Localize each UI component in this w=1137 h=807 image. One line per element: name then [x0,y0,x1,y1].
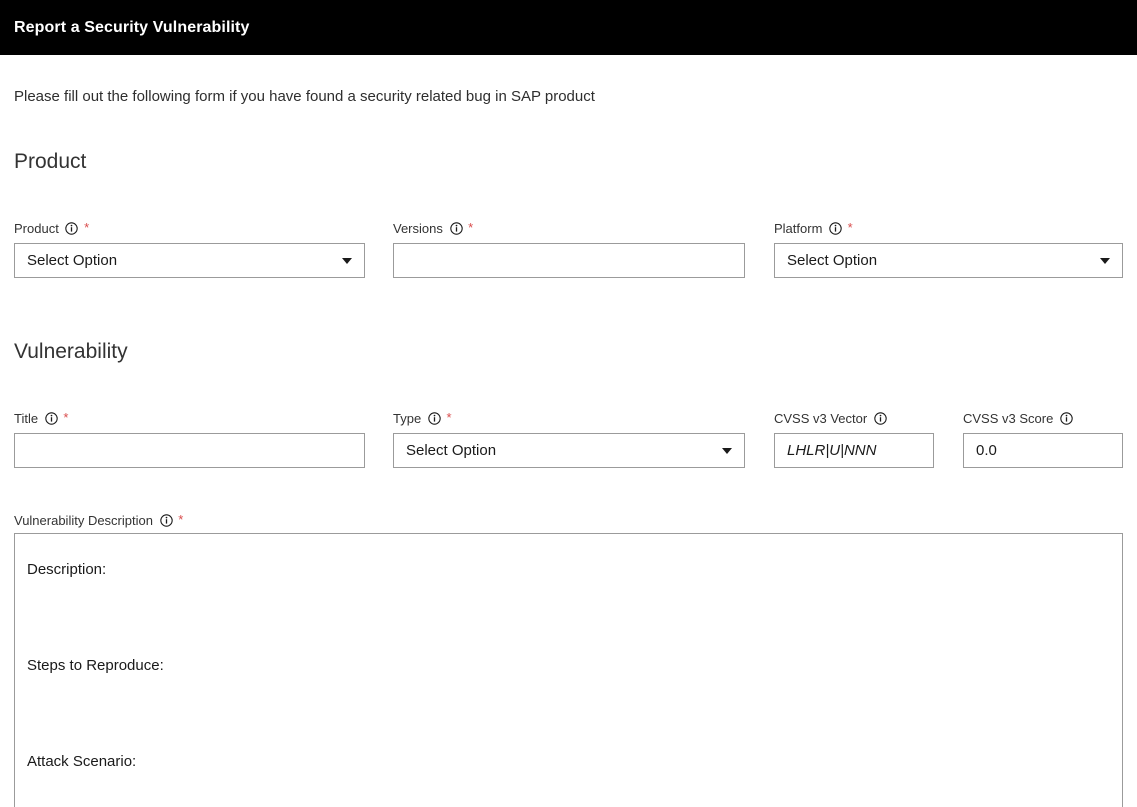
label-type: Type * [393,410,745,427]
page-title: Report a Security Vulnerability [14,18,250,36]
required-marker-platform: * [847,220,853,235]
required-marker-title: * [63,410,69,425]
type-select[interactable]: Select Option [393,433,745,468]
label-cvss-vector: CVSS v3 Vector [774,410,934,427]
field-versions: Versions * [393,220,745,278]
product-select[interactable]: Select Option [14,243,365,278]
chevron-down-icon [342,257,352,264]
label-cvss-score-text: CVSS v3 Score [963,411,1054,426]
product-form-row: Product * Select Option Versions * Platf… [14,220,1123,295]
required-marker-vulnerability-description: * [178,512,184,527]
field-title: Title * [14,410,365,468]
field-cvss-vector: CVSS v3 Vector LHLR|U|NNN [774,410,934,468]
label-title: Title * [14,410,365,427]
label-product-text: Product [14,221,59,236]
info-circle-icon[interactable] [874,412,887,425]
chevron-down-icon [1100,257,1110,264]
info-circle-icon[interactable] [428,412,441,425]
product-select-value: Select Option [27,252,118,269]
info-circle-icon[interactable] [449,222,463,235]
field-cvss-score: CVSS v3 Score 0.0 [963,410,1123,468]
chevron-down-icon [722,447,732,454]
title-input[interactable] [14,433,365,468]
info-circle-icon[interactable] [65,222,79,235]
info-circle-icon[interactable] [829,222,842,235]
info-circle-icon[interactable] [159,514,173,527]
label-versions: Versions * [393,220,745,237]
page-content: Please fill out the following form if yo… [0,88,1137,807]
label-platform-text: Platform [774,221,823,236]
platform-select[interactable]: Select Option [774,243,1123,278]
versions-input[interactable] [393,243,745,278]
label-vulnerability-description-text: Vulnerability Description [14,513,153,528]
field-vulnerability-description: Vulnerability Description * Description:… [14,512,1123,807]
required-marker-product: * [84,220,90,235]
section-heading-vulnerability: Vulnerability [14,340,128,363]
cvss-vector-input[interactable]: LHLR|U|NNN [774,433,934,468]
vulnerability-form-row: Title * Type * Select Option CVSS v3 Vec… [14,410,1123,485]
section-heading-product: Product [14,150,87,173]
cvss-vector-input-value: LHLR|U|NNN [787,442,877,459]
label-product: Product * [14,220,365,237]
info-circle-icon[interactable] [1060,412,1073,425]
field-type: Type * Select Option [393,410,745,468]
field-product: Product * Select Option [14,220,365,278]
required-marker-type: * [446,410,452,425]
label-type-text: Type [393,411,422,426]
cvss-score-input[interactable]: 0.0 [963,433,1123,468]
label-platform: Platform * [774,220,1123,237]
type-select-value: Select Option [406,442,497,459]
label-cvss-score: CVSS v3 Score [963,410,1123,427]
label-cvss-vector-text: CVSS v3 Vector [774,411,868,426]
vulnerability-description-textarea[interactable]: Description: Steps to Reproduce: Attack … [14,533,1123,807]
field-platform: Platform * Select Option [774,220,1123,278]
label-title-text: Title [14,411,39,426]
label-vulnerability-description: Vulnerability Description * [14,512,1123,528]
platform-select-value: Select Option [787,252,878,269]
info-circle-icon[interactable] [44,412,58,425]
app-header: Report a Security Vulnerability [0,0,1137,55]
required-marker-versions: * [468,220,474,235]
cvss-score-input-value: 0.0 [976,442,997,459]
label-versions-text: Versions [393,221,443,236]
intro-text: Please fill out the following form if yo… [14,88,595,105]
